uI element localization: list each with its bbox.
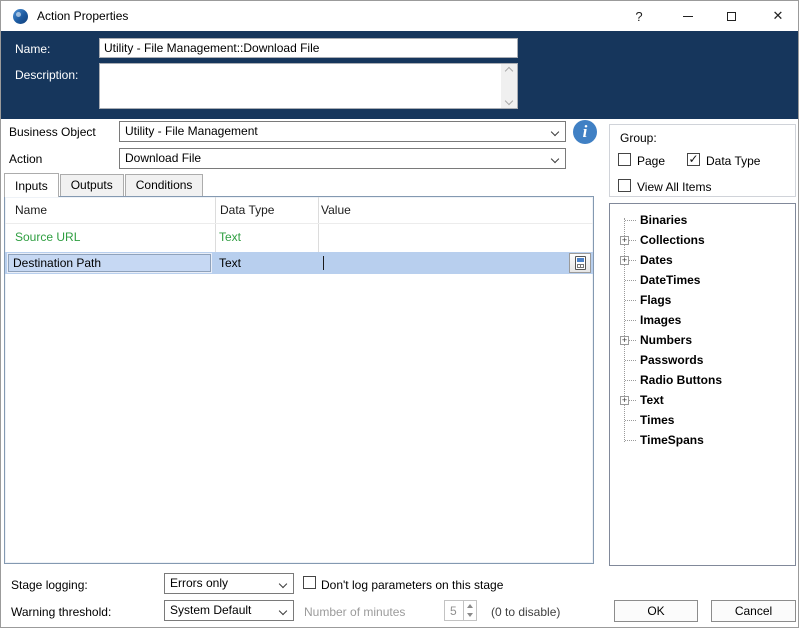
description-label: Description:	[15, 68, 79, 82]
maximize-icon	[726, 11, 736, 21]
spin-up-icon[interactable]	[464, 601, 476, 611]
close-button[interactable]: ✕	[758, 1, 798, 31]
maximize-button[interactable]	[711, 1, 751, 31]
page-checkbox-label: Page	[637, 154, 666, 168]
name-label: Name:	[15, 42, 51, 56]
expand-icon[interactable]: +	[620, 236, 629, 245]
column-header-datatype: Data Type	[220, 203, 275, 217]
param-datatype: Text	[219, 256, 242, 270]
tab-strip: Inputs Outputs Conditions	[4, 171, 204, 197]
view-all-items-checkbox[interactable]	[618, 179, 631, 192]
cancel-button[interactable]: Cancel	[711, 600, 796, 622]
description-input[interactable]	[99, 63, 518, 109]
number-of-minutes-label: Number of minutes	[304, 605, 406, 619]
param-name: Source URL	[15, 230, 81, 244]
chevron-down-icon	[550, 127, 560, 137]
blueprism-action-icon	[13, 9, 28, 24]
tree-item-binaries[interactable]: Binaries	[610, 212, 795, 232]
param-name-editbox[interactable]: Destination Path	[8, 254, 211, 272]
action-value: Download File	[125, 151, 202, 165]
tree-item-times[interactable]: Times	[610, 412, 795, 432]
help-button[interactable]: ?	[619, 1, 659, 31]
spin-down-icon[interactable]	[464, 611, 476, 621]
calculator-icon	[574, 256, 586, 270]
tree-item-dates[interactable]: + Dates	[610, 252, 795, 272]
action-properties-dialog: Action Properties ? ✕ Name: Utility - Fi…	[0, 0, 799, 628]
minutes-spinner[interactable]: 5	[444, 600, 477, 621]
warning-threshold-combo[interactable]: System Default	[164, 600, 294, 621]
dialog-header: Name: Utility - File Management::Downloa…	[1, 31, 798, 119]
warning-threshold-label: Warning threshold:	[11, 605, 112, 619]
chevron-down-icon	[278, 606, 288, 616]
action-label: Action	[9, 152, 43, 166]
business-object-combo[interactable]: Utility - File Management	[119, 121, 566, 142]
dont-log-checkbox[interactable]	[303, 576, 316, 589]
expand-icon[interactable]: +	[620, 396, 629, 405]
name-input[interactable]: Utility - File Management::Download File	[99, 38, 518, 58]
datatype-tree: Binaries + Collections + Dates DateTimes…	[609, 203, 796, 566]
scroll-down-icon[interactable]	[504, 96, 514, 106]
expand-icon[interactable]: +	[620, 256, 629, 265]
tab-outputs[interactable]: Outputs	[59, 174, 124, 196]
stage-logging-label: Stage logging:	[11, 578, 88, 592]
inputs-table: Name Data Type Value Source URL Text Des…	[4, 196, 594, 564]
group-title: Group:	[620, 131, 657, 145]
tree-item-passwords[interactable]: Passwords	[610, 352, 795, 372]
datatype-checkbox[interactable]: ✓	[687, 153, 700, 166]
business-object-value: Utility - File Management	[125, 124, 258, 138]
close-icon: ✕	[772, 8, 784, 23]
minimize-button[interactable]	[668, 1, 708, 31]
tree-item-collections[interactable]: + Collections	[610, 232, 795, 252]
ok-button[interactable]: OK	[614, 600, 698, 622]
disable-hint: (0 to disable)	[491, 605, 561, 619]
info-icon[interactable]: i	[573, 120, 597, 144]
table-row-selected[interactable]: Destination Path Text	[5, 252, 593, 274]
param-datatype: Text	[219, 230, 242, 244]
table-header-row: Name Data Type Value	[5, 197, 593, 224]
scroll-up-icon[interactable]	[504, 66, 514, 76]
datatype-checkbox-label: Data Type	[706, 154, 761, 168]
group-panel: Group: Page ✓ Data Type View All Items	[609, 124, 796, 197]
stage-logging-value: Errors only	[170, 576, 229, 590]
tree-item-radio-buttons[interactable]: Radio Buttons	[610, 372, 795, 392]
title-bar[interactable]: Action Properties ? ✕	[1, 1, 798, 31]
tree-item-text[interactable]: + Text	[610, 392, 795, 412]
expand-icon[interactable]: +	[620, 336, 629, 345]
minimize-icon	[683, 15, 693, 17]
spinner-buttons[interactable]	[463, 601, 476, 620]
tab-inputs[interactable]: Inputs	[4, 173, 59, 197]
help-icon: ?	[635, 8, 643, 24]
tab-conditions[interactable]: Conditions	[124, 174, 204, 196]
text-caret	[323, 256, 324, 270]
column-header-value: Value	[321, 203, 351, 217]
warning-threshold-value: System Default	[170, 603, 252, 617]
tree-item-flags[interactable]: Flags	[610, 292, 795, 312]
minutes-value: 5	[450, 604, 457, 618]
tree-item-numbers[interactable]: + Numbers	[610, 332, 795, 352]
business-object-label: Business Object	[9, 125, 96, 139]
tree-item-timespans[interactable]: TimeSpans	[610, 432, 795, 452]
table-row[interactable]: Source URL Text	[5, 224, 593, 252]
window-title: Action Properties	[37, 9, 129, 23]
description-scrollbar[interactable]	[501, 64, 517, 108]
page-checkbox[interactable]	[618, 153, 631, 166]
stage-logging-combo[interactable]: Errors only	[164, 573, 294, 594]
column-header-name: Name	[15, 203, 48, 217]
expression-editor-button[interactable]	[569, 253, 591, 273]
view-all-items-checkbox-label: View All Items	[637, 180, 712, 194]
dont-log-checkbox-label: Don't log parameters on this stage	[321, 578, 504, 592]
tree-item-images[interactable]: Images	[610, 312, 795, 332]
chevron-down-icon	[550, 154, 560, 164]
chevron-down-icon	[278, 579, 288, 589]
tree-item-datetimes[interactable]: DateTimes	[610, 272, 795, 292]
action-combo[interactable]: Download File	[119, 148, 566, 169]
